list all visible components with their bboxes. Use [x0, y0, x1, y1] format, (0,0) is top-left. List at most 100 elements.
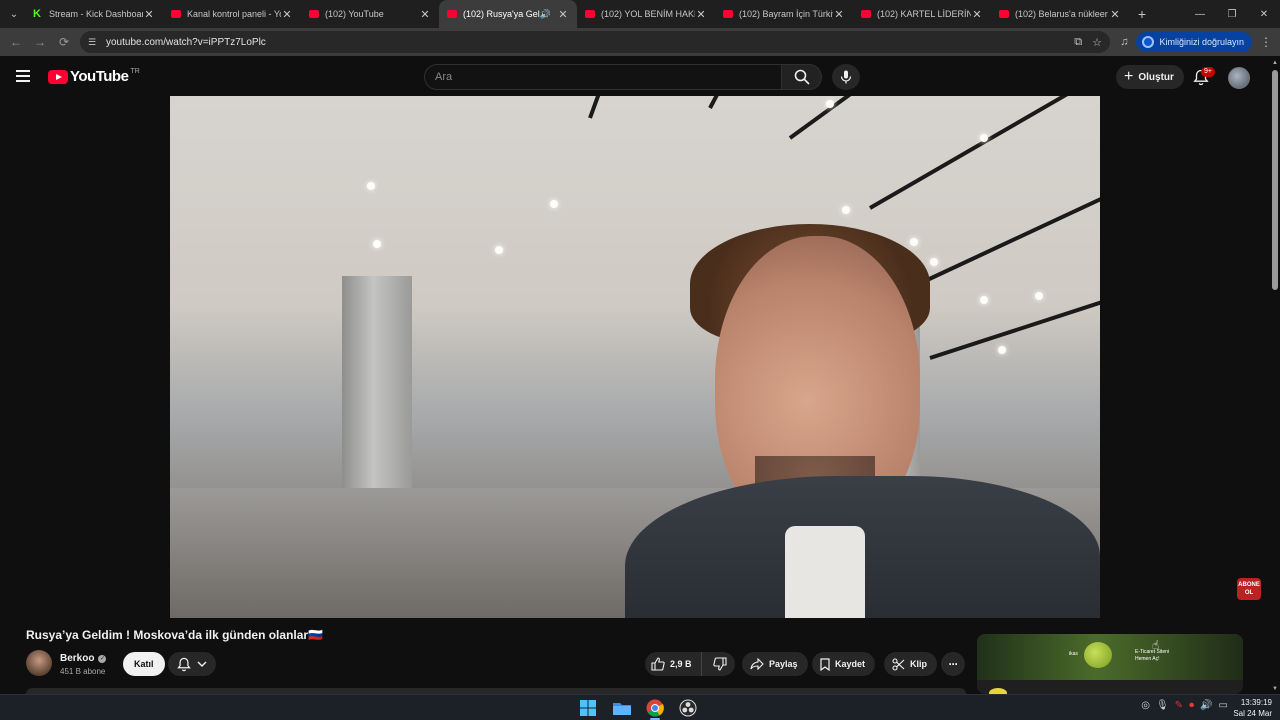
browser-tab-active[interactable]: (102) Rusya'ya Geldim 🔊 ✕	[439, 0, 577, 28]
url-text: youtube.com/watch?v=iPPTz7LoPlc	[106, 36, 266, 48]
profile-dot-icon	[1142, 36, 1155, 48]
more-actions-button[interactable]: ···	[941, 652, 965, 676]
windows-start-icon[interactable]	[578, 698, 598, 718]
tab-title: (102) Belarus'a nükleer si	[1015, 9, 1109, 19]
tab-close-icon[interactable]: ✕	[419, 8, 431, 21]
scroll-thumb[interactable]	[1272, 70, 1278, 290]
forward-icon[interactable]: →	[28, 30, 52, 54]
media-control-icon[interactable]: ♫	[1120, 36, 1128, 48]
person-shirt	[785, 526, 865, 618]
thumbs-up-icon	[651, 657, 665, 671]
share-icon	[750, 658, 764, 670]
tab-title: Stream - Kick Dashboard	[49, 9, 143, 19]
window-controls: — ❐ ✕	[1184, 0, 1280, 28]
save-label: Kaydet	[835, 659, 866, 669]
system-tray: ◎ 🎙 ✎ ⏺ 🔊 ▭	[1141, 700, 1228, 711]
tab-title: (102) Bayram İçin Türkiye	[739, 9, 833, 19]
tab-close-icon[interactable]: ✕	[281, 8, 293, 21]
channel-name-row[interactable]: Berkoo ✓	[60, 653, 107, 664]
tab-search-button[interactable]: ⌄	[3, 3, 25, 25]
verify-label: Kimliğinizi doğrulayın	[1159, 37, 1244, 47]
youtube-header: YouTube TR Ara + Oluştur	[0, 56, 1280, 96]
obs-icon[interactable]	[678, 698, 698, 718]
subscribe-watermark[interactable]: ABONE OL	[1237, 578, 1261, 600]
install-app-icon[interactable]: ⧉	[1074, 36, 1082, 49]
minimize-icon[interactable]: —	[1184, 0, 1216, 28]
browser-tab[interactable]: (102) YouTube ✕	[301, 0, 439, 28]
bookmark-star-icon[interactable]: ☆	[1092, 36, 1102, 49]
volume-icon[interactable]: 🔊	[1200, 700, 1212, 711]
youtube-icon	[309, 10, 319, 18]
subscriber-count: 451 B abone	[60, 667, 106, 676]
windows-taskbar: ◎ 🎙 ✎ ⏺ 🔊 ▭ 13:39:19 Sal 24 Mar	[0, 694, 1280, 720]
chrome-icon[interactable]	[645, 698, 665, 718]
search-placeholder: Ara	[435, 71, 453, 83]
youtube-icon	[447, 10, 457, 18]
browser-tab[interactable]: Kanal kontrol paneli - You ✕	[163, 0, 301, 28]
obs-tray-icon[interactable]: ◎	[1141, 700, 1150, 711]
chevron-down-icon	[197, 661, 207, 667]
reload-icon[interactable]: ⟳	[52, 30, 76, 54]
scroll-down-icon[interactable]: ▼	[1272, 686, 1278, 692]
join-button[interactable]: Katıl	[123, 652, 165, 676]
tab-title: (102) Rusya'ya Geldim	[463, 9, 540, 19]
logo-text: YouTube	[70, 68, 129, 85]
like-dislike-group: 2,9 B	[645, 652, 735, 676]
clock-date: Sal 24 Mar	[1233, 709, 1272, 718]
create-button[interactable]: + Oluştur	[1116, 65, 1184, 89]
tab-close-icon[interactable]: ✕	[833, 8, 845, 21]
account-avatar[interactable]	[1228, 67, 1250, 89]
page-scrollbar[interactable]: ▲ ▼	[1270, 56, 1280, 694]
browser-tab[interactable]: (102) KARTEL LİDERİNE D ✕	[853, 0, 991, 28]
new-tab-button[interactable]: +	[1131, 6, 1153, 22]
search-button[interactable]	[782, 64, 822, 90]
subscription-bell-button[interactable]	[168, 652, 216, 676]
close-window-icon[interactable]: ✕	[1248, 0, 1280, 28]
clock-time: 13:39:19	[1240, 698, 1272, 707]
verify-identity-button[interactable]: Kimliğinizi doğrulayın	[1136, 32, 1252, 52]
url-bar[interactable]: ☰ youtube.com/watch?v=iPPTz7LoPlc ⧉ ☆	[80, 31, 1110, 53]
microphone-icon	[840, 70, 852, 84]
youtube-play-icon	[48, 69, 68, 84]
record-tray-icon[interactable]: ⏺	[1189, 700, 1194, 711]
display-icon[interactable]: ▭	[1219, 700, 1228, 711]
tab-close-icon[interactable]: ✕	[1109, 8, 1121, 21]
search-input[interactable]: Ara	[424, 64, 782, 90]
voice-search-button[interactable]	[832, 64, 860, 90]
speaker-icon[interactable]: 🔊	[540, 9, 551, 20]
tab-close-icon[interactable]: ✕	[695, 8, 707, 21]
dislike-button[interactable]	[705, 652, 735, 676]
site-info-icon[interactable]: ☰	[88, 37, 100, 48]
youtube-icon	[585, 10, 595, 18]
like-button[interactable]: 2,9 B	[645, 652, 702, 676]
tab-close-icon[interactable]: ✕	[143, 8, 155, 21]
restore-icon[interactable]: ❐	[1216, 0, 1248, 28]
search-icon	[794, 69, 810, 85]
mouse-cursor-icon: ☝	[1152, 638, 1160, 652]
share-button[interactable]: Paylaş	[742, 652, 808, 676]
sidebar-ad[interactable]: ikas E-Ticaret Siteni Hemen Aç!	[977, 634, 1243, 694]
browser-menu-icon[interactable]: ⋮	[1260, 35, 1272, 49]
browser-tab[interactable]: (102) Bayram İçin Türkiye ✕	[715, 0, 853, 28]
notification-count-badge: 9+	[1201, 67, 1215, 77]
verified-check-icon: ✓	[98, 654, 107, 663]
browser-tab[interactable]: (102) YOL BENİM HAKKIM ✕	[577, 0, 715, 28]
save-button[interactable]: Kaydet	[812, 652, 876, 676]
scroll-up-icon[interactable]: ▲	[1272, 60, 1278, 66]
youtube-logo[interactable]: YouTube TR	[48, 68, 140, 85]
channel-avatar[interactable]	[26, 650, 52, 676]
browser-tab[interactable]: (102) Belarus'a nükleer si ✕	[991, 0, 1129, 28]
microphone-tray-icon[interactable]: 🎙	[1156, 700, 1169, 711]
mic-muted-icon[interactable]: ✎	[1175, 700, 1183, 711]
clip-button[interactable]: Klip	[884, 652, 937, 676]
file-explorer-icon[interactable]	[612, 698, 632, 718]
tab-close-icon[interactable]: ✕	[557, 8, 569, 21]
back-icon[interactable]: ←	[4, 30, 28, 54]
tab-close-icon[interactable]: ✕	[971, 8, 983, 21]
create-label: Oluştur	[1138, 71, 1174, 83]
browser-tab[interactable]: K Stream - Kick Dashboard ✕	[25, 0, 163, 28]
video-player[interactable]	[170, 96, 1100, 618]
taskbar-clock[interactable]: 13:39:19 Sal 24 Mar	[1233, 697, 1272, 719]
bell-ringing-icon	[177, 657, 191, 671]
menu-hamburger-icon[interactable]	[12, 66, 34, 86]
